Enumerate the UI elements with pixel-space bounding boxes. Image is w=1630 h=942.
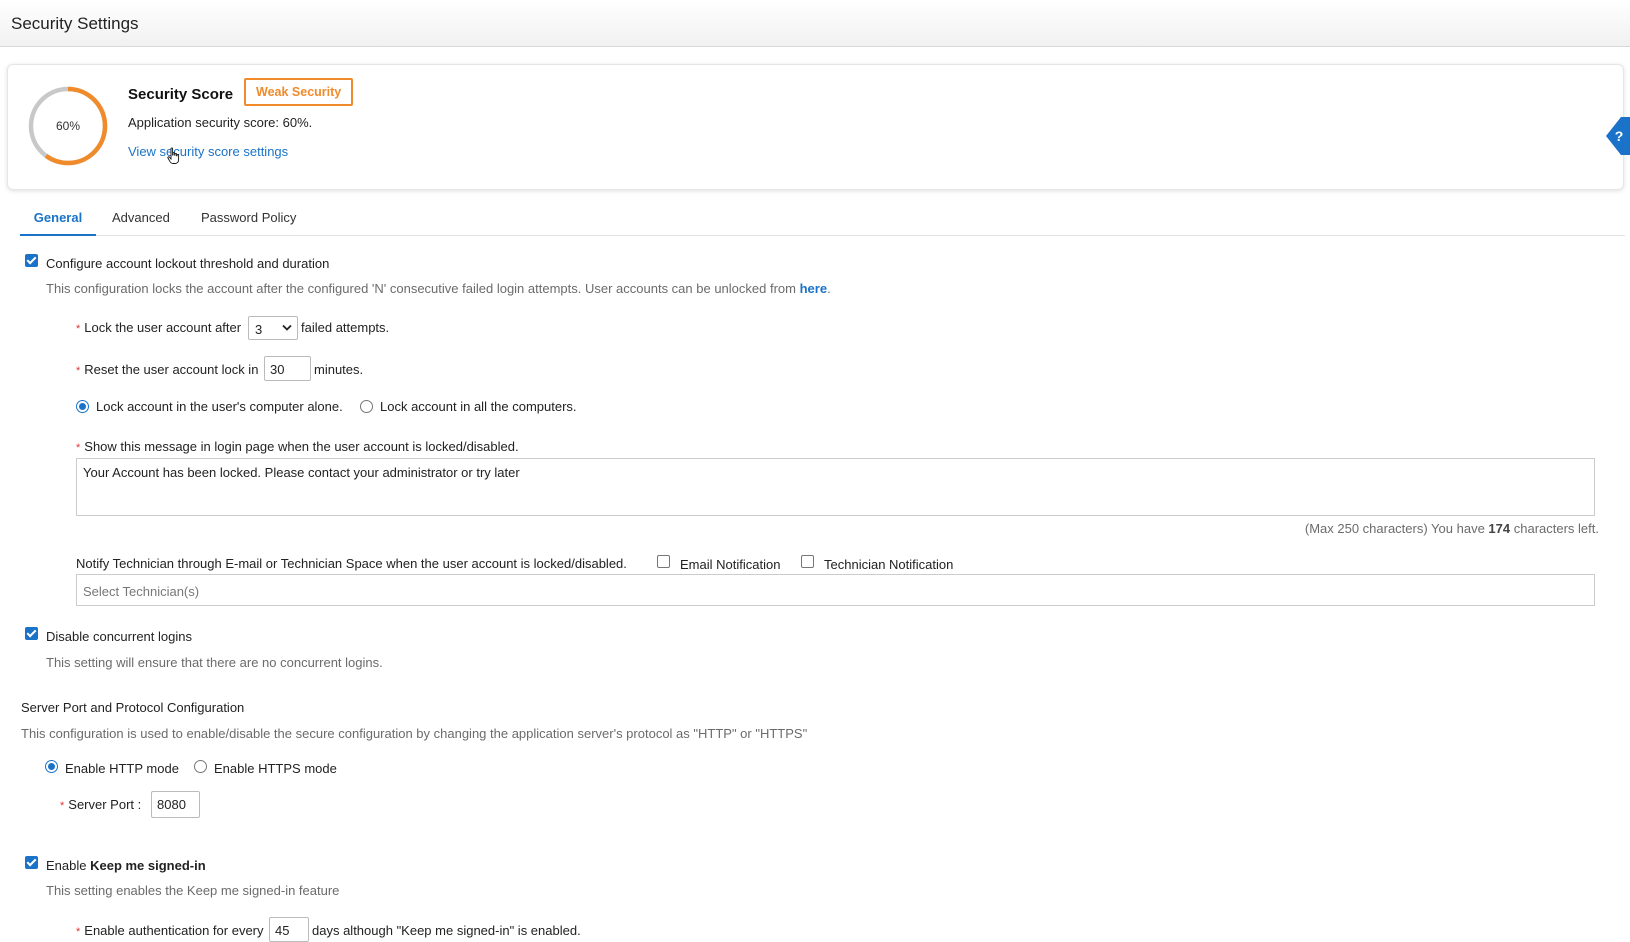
chevron-down-icon (282, 324, 292, 331)
https-mode-label: Enable HTTPS mode (214, 761, 337, 776)
email-notification-checkbox[interactable] (657, 555, 670, 568)
required-asterisk: * (60, 800, 65, 812)
server-section-title: Server Port and Protocol Configuration (21, 700, 245, 715)
tab-password-policy[interactable]: Password Policy (201, 206, 296, 236)
tab-advanced[interactable]: Advanced (112, 206, 170, 236)
lock-all-radio[interactable] (360, 400, 373, 413)
concurrent-logins-checkbox[interactable] (25, 627, 38, 640)
concurrent-logins-description: This setting will ensure that there are … (46, 655, 383, 670)
keep-signed-in-description: This setting enables the Keep me signed-… (46, 883, 340, 898)
auth-every-suffix: days although "Keep me signed-in" is ena… (312, 923, 581, 938)
http-mode-radio[interactable] (45, 760, 58, 773)
hand-cursor-icon (167, 147, 180, 164)
server-port-input[interactable]: 8080 (151, 791, 200, 818)
char-counter-suffix: characters left. (1510, 521, 1599, 536)
lock-message-textarea[interactable]: Your Account has been locked. Please con… (76, 458, 1595, 516)
security-score-title: Security Score (128, 86, 234, 103)
failed-attempts-value: 3 (255, 322, 263, 337)
keep-signed-in-label: Enable Keep me signed-in (46, 858, 206, 873)
notify-technician-label: Notify Technician through E-mail or Tech… (76, 556, 627, 571)
security-score-percent: 60% (55, 119, 81, 133)
server-port-text: Server Port : (68, 797, 142, 812)
lock-alone-radio[interactable] (76, 400, 89, 413)
page-title: Security Settings (11, 14, 139, 33)
lock-after-text: Lock the user account after (84, 320, 242, 335)
required-asterisk: * (76, 365, 81, 377)
weak-security-badge: Weak Security (244, 78, 354, 106)
auth-every-label: * Enable authentication for every (76, 923, 264, 938)
lock-after-suffix: failed attempts. (301, 320, 390, 335)
svg-text:?: ? (1615, 128, 1624, 144)
required-asterisk: * (76, 442, 81, 454)
help-tab-icon[interactable]: ? (1604, 117, 1630, 155)
required-asterisk: * (76, 323, 81, 335)
lockout-description-suffix: . (827, 281, 831, 296)
keep-signed-in-prefix: Enable (46, 858, 91, 873)
lockout-description-text: This configuration locks the account aft… (46, 281, 800, 296)
reset-minutes-input[interactable]: 30 (264, 356, 311, 381)
http-mode-label: Enable HTTP mode (65, 761, 179, 776)
technician-notification-label: Technician Notification (824, 557, 954, 572)
reset-lock-suffix: minutes. (314, 362, 364, 377)
keep-signed-in-checkbox[interactable] (25, 856, 38, 869)
reset-lock-text: Reset the user account lock in (84, 362, 259, 377)
unlock-here-link[interactable]: here (800, 281, 827, 296)
lock-alone-label: Lock account in the user's computer alon… (96, 399, 343, 414)
chars-left-value: 174 (1488, 521, 1511, 536)
tab-general[interactable]: General (20, 206, 96, 236)
technician-notification-checkbox[interactable] (801, 555, 814, 568)
lockout-description: This configuration locks the account aft… (46, 281, 831, 296)
page-header: Security Settings (0, 0, 1630, 47)
server-section-description: This configuration is used to enable/dis… (21, 726, 808, 741)
auth-days-input[interactable]: 45 (269, 917, 309, 942)
lock-after-label: * Lock the user account after (76, 320, 241, 335)
email-notification-label: Email Notification (680, 557, 781, 572)
lockout-checkbox[interactable] (25, 254, 38, 267)
settings-tabs: General Advanced Password Policy (20, 206, 1625, 236)
lock-message-text: Show this message in login page when the… (84, 439, 519, 454)
view-score-settings-link[interactable]: View security score settings (128, 144, 288, 159)
lock-all-label: Lock account in all the computers. (380, 399, 577, 414)
failed-attempts-select[interactable]: 3 (248, 316, 298, 340)
lockout-label: Configure account lockout threshold and … (46, 256, 330, 271)
char-counter-prefix: (Max 250 characters) You have (1304, 521, 1489, 536)
required-asterisk: * (76, 926, 81, 938)
concurrent-logins-label: Disable concurrent logins (46, 629, 192, 644)
reset-lock-label: * Reset the user account lock in (76, 362, 258, 377)
keep-signed-in-bold: Keep me signed-in (90, 858, 206, 873)
security-score-description: Application security score: 60%. (128, 115, 313, 130)
security-score-card: 60% Security Score Weak Security Applica… (7, 64, 1624, 190)
lock-message-label: * Show this message in login page when th… (76, 439, 519, 454)
select-technician-input[interactable]: Select Technician(s) (76, 574, 1595, 606)
char-counter: (Max 250 characters) You have 174 charac… (1305, 521, 1599, 536)
server-port-label: * Server Port : (60, 797, 141, 812)
https-mode-radio[interactable] (194, 760, 207, 773)
auth-every-text: Enable authentication for every (84, 923, 264, 938)
